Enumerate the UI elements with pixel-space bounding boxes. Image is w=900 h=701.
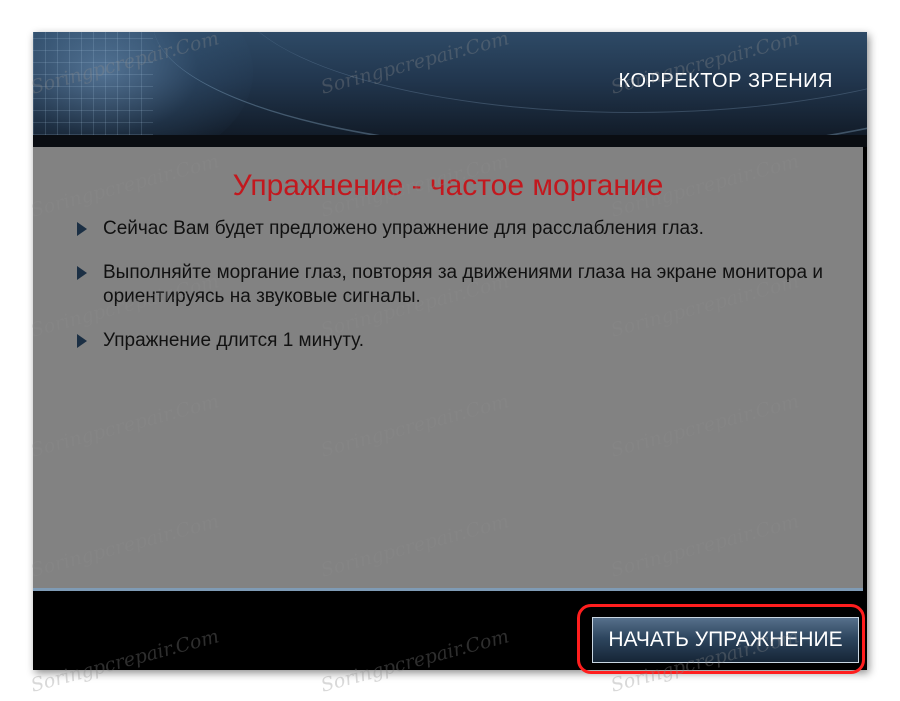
instruction-item: Упражнение длится 1 минуту.: [77, 329, 837, 353]
bullet-arrow-icon: [77, 222, 87, 236]
instruction-item: Сейчас Вам будет предложено упражнение д…: [77, 217, 837, 241]
instruction-text: Выполняйте моргание глаз, повторяя за дв…: [103, 262, 823, 307]
exercise-panel: Упражнение - частое моргание Сейчас Вам …: [33, 147, 863, 590]
app-header: КОРРЕКТОР ЗРЕНИЯ: [33, 32, 867, 135]
header-grid-decoration: [33, 32, 153, 135]
instruction-item: Выполняйте моргание глаз, повторяя за дв…: [77, 261, 837, 309]
exercise-title: Упражнение - частое моргание: [232, 169, 664, 202]
bullet-arrow-icon: [77, 334, 87, 348]
bullet-arrow-icon: [77, 266, 87, 280]
instruction-text: Сейчас Вам будет предложено упражнение д…: [103, 218, 704, 239]
app-window: КОРРЕКТОР ЗРЕНИЯ Упражнение - частое мор…: [33, 32, 867, 670]
app-title: КОРРЕКТОР ЗРЕНИЯ: [618, 70, 833, 92]
start-exercise-button[interactable]: НАЧАТЬ УПРАЖНЕНИЕ: [592, 617, 859, 663]
instruction-list: Сейчас Вам будет предложено упражнение д…: [77, 217, 837, 373]
instruction-text: Упражнение длится 1 минуту.: [103, 330, 365, 351]
header-divider: [33, 135, 867, 147]
